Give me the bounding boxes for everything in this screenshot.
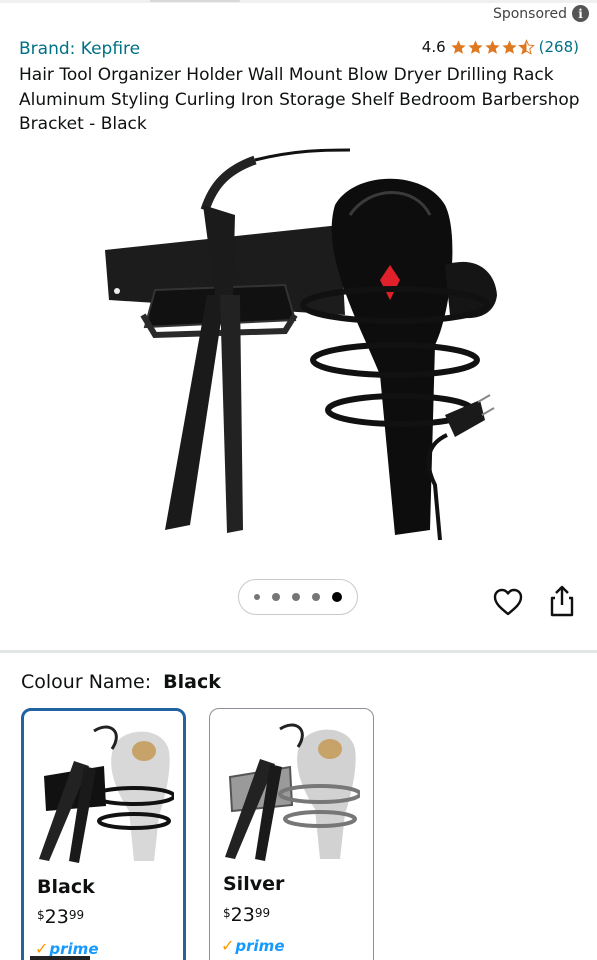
image-carousel-indicator[interactable] [238, 579, 358, 615]
colour-selector-label: Colour Name: Black [21, 671, 221, 693]
prime-text: prime [235, 936, 285, 955]
price-whole: 23 [230, 904, 255, 926]
carousel-dot[interactable] [312, 593, 320, 601]
carousel-dot-active[interactable] [332, 592, 342, 602]
previous-card-edge [150, 0, 240, 2]
price-currency: $ [37, 908, 45, 922]
carousel-dot[interactable] [292, 593, 300, 601]
colour-option-silver[interactable]: Silver $ 23 99 ✓ prime [209, 708, 374, 960]
option-name: Black [37, 876, 95, 898]
colour-label: Colour Name: [21, 671, 152, 693]
carousel-dot[interactable] [272, 593, 280, 601]
product-title: Hair Tool Organizer Holder Wall Mount Bl… [19, 65, 580, 134]
swatch-thumbnail-black [39, 725, 174, 863]
price-currency: $ [223, 906, 231, 920]
bottom-edge-indicator [30, 956, 90, 960]
rating-summary[interactable]: 4.6 (268) [422, 38, 579, 56]
price-whole: 23 [44, 906, 69, 928]
colour-option-black[interactable]: Black $ 23 99 ✓ prime [21, 708, 186, 960]
star-icon [468, 39, 483, 54]
star-icon [485, 39, 500, 54]
product-image[interactable] [95, 145, 505, 545]
sponsored-text: Sponsored [492, 5, 567, 22]
star-rating [450, 38, 535, 56]
sponsored-label[interactable]: Sponsored i [493, 5, 589, 22]
star-icon [451, 39, 466, 54]
heart-icon[interactable] [492, 586, 524, 618]
rating-count[interactable]: (268) [539, 38, 579, 56]
top-edge-strip [0, 0, 597, 3]
price-fraction: 99 [254, 906, 271, 920]
star-half-icon [517, 38, 535, 55]
section-divider [0, 650, 597, 653]
brand-link[interactable]: Brand: Kepfire [19, 39, 140, 59]
rating-score: 4.6 [421, 38, 446, 56]
star-icon [502, 39, 517, 54]
info-icon[interactable]: i [572, 5, 589, 22]
option-price: $ 23 99 [223, 904, 270, 926]
prime-check-icon: ✓ [221, 936, 235, 955]
swatch-thumbnail-silver [225, 723, 360, 861]
price-fraction: 99 [68, 908, 85, 922]
option-name: Silver [223, 873, 285, 895]
prime-text: prime [49, 939, 99, 958]
prime-badge: ✓ prime [221, 936, 285, 955]
option-price: $ 23 99 [37, 906, 84, 928]
share-icon[interactable] [546, 584, 578, 618]
carousel-dot[interactable] [254, 594, 260, 600]
selected-colour: Black [163, 671, 221, 693]
